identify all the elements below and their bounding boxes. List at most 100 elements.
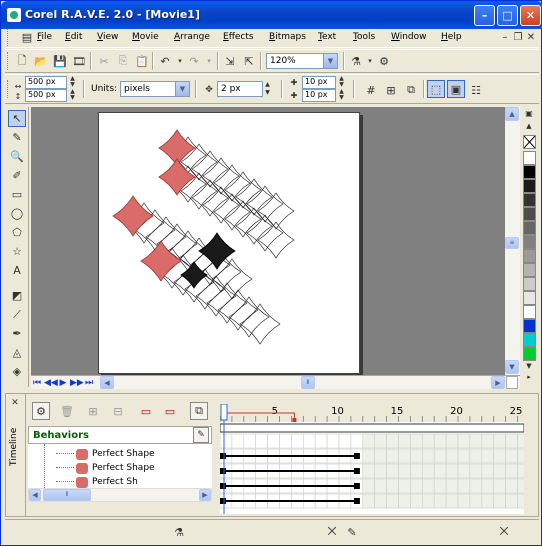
- menu-arrange[interactable]: Arrange: [174, 32, 210, 42]
- palette-options-icon[interactable]: ▣: [522, 107, 536, 119]
- open-icon[interactable]: 📂: [32, 52, 50, 70]
- mdi-close-icon[interactable]: ✕: [525, 32, 537, 44]
- cut-icon[interactable]: ✂: [95, 52, 113, 70]
- artwork[interactable]: [99, 113, 361, 375]
- frame-grid[interactable]: 5 10 15 20 25: [220, 404, 524, 514]
- menu-bitmaps[interactable]: Bitmaps: [269, 32, 306, 42]
- menu-tools[interactable]: Tools: [353, 32, 375, 42]
- add-behavior-icon[interactable]: ✎: [193, 427, 209, 443]
- nudge-spinner[interactable]: ▲ ▼: [263, 81, 272, 97]
- width-field[interactable]: 500 px: [25, 76, 67, 89]
- remove-keyframe-icon[interactable]: ▭: [161, 402, 179, 420]
- new-layer-icon[interactable]: ⧉: [190, 402, 208, 420]
- snap-objects-icon[interactable]: ⧉: [402, 81, 420, 99]
- rectangle-tool-icon[interactable]: ▭: [8, 186, 26, 203]
- color-swatch[interactable]: [523, 179, 536, 193]
- propertybar-grip[interactable]: [7, 80, 10, 98]
- duplicate-x-field[interactable]: 10 px: [302, 76, 336, 89]
- fill-tool-icon[interactable]: ◬: [8, 344, 26, 361]
- eyedropper-tool-icon[interactable]: ⟋: [8, 306, 26, 323]
- title-bar[interactable]: Corel R.A.V.E. 2.0 - [Movie1] – □ ✕: [1, 1, 542, 29]
- canvas-area[interactable]: [31, 107, 520, 375]
- color-swatch[interactable]: [523, 207, 536, 221]
- height-spinner[interactable]: ▲ ▼: [68, 89, 77, 102]
- color-swatch[interactable]: [523, 319, 536, 333]
- guidelines-icon[interactable]: ⊞: [382, 81, 400, 99]
- minimize-button[interactable]: –: [474, 5, 495, 26]
- horizontal-scroll-thumb[interactable]: ⦀: [301, 376, 315, 389]
- freehand-tool-icon[interactable]: ✐: [8, 167, 26, 184]
- basic-shapes-tool-icon[interactable]: ☆: [8, 243, 26, 260]
- scroll-right-icon[interactable]: ▶: [491, 376, 505, 389]
- height-field[interactable]: 500 px: [25, 89, 67, 102]
- duplicate-y-spinner[interactable]: ▲ ▼: [337, 89, 346, 102]
- scroll-up-icon[interactable]: ▲: [505, 107, 519, 121]
- tree-scroll-thumb[interactable]: ⦀: [43, 489, 91, 501]
- menu-view[interactable]: View: [97, 32, 118, 42]
- shape-tool-icon[interactable]: ✎: [8, 129, 26, 146]
- no-color-swatch[interactable]: [523, 135, 536, 149]
- palette-scroll-up-icon[interactable]: ▲: [522, 121, 536, 131]
- tree-item[interactable]: Perfect Shape: [28, 462, 212, 476]
- insert-frame-icon[interactable]: ⊞: [84, 402, 102, 420]
- mdi-minimize-icon[interactable]: –: [499, 32, 511, 44]
- options-icon[interactable]: ⚙: [375, 52, 393, 70]
- tree-scroll-right-icon[interactable]: ▶: [199, 489, 211, 501]
- play-icon[interactable]: ▶: [57, 377, 69, 389]
- menu-help[interactable]: Help: [441, 32, 462, 42]
- frame-grid-graphic[interactable]: 5 10 15 20 25: [220, 404, 524, 514]
- first-frame-icon[interactable]: ⏮: [31, 377, 43, 389]
- menu-file[interactable]: File: [37, 32, 52, 42]
- options-list-icon[interactable]: ☷: [467, 81, 485, 99]
- scroll-down-icon[interactable]: ▼: [505, 360, 519, 374]
- color-swatch[interactable]: [523, 263, 536, 277]
- last-frame-icon[interactable]: ⏭: [83, 377, 95, 389]
- timeline-close-icon[interactable]: ✕: [8, 397, 22, 409]
- units-select[interactable]: pixels ▼: [120, 81, 190, 97]
- document-icon[interactable]: ▤: [19, 29, 35, 45]
- save-icon[interactable]: 💾: [51, 52, 69, 70]
- maximize-button[interactable]: □: [497, 5, 518, 26]
- interactive-tool-icon[interactable]: ◩: [8, 287, 26, 304]
- stage[interactable]: [98, 112, 360, 374]
- redo-dropdown-icon[interactable]: ▾: [200, 52, 218, 70]
- color-swatch[interactable]: [523, 221, 536, 235]
- menu-edit[interactable]: Edit: [65, 32, 82, 42]
- grid-icon[interactable]: #: [362, 81, 380, 99]
- text-tool-icon[interactable]: A: [8, 262, 26, 279]
- interactive-fill-tool-icon[interactable]: ◈: [8, 363, 26, 380]
- close-button[interactable]: ✕: [520, 5, 541, 26]
- color-swatch[interactable]: [523, 333, 536, 347]
- color-swatch[interactable]: [523, 193, 536, 207]
- tree-scroll-left-icon[interactable]: ◀: [29, 489, 41, 501]
- export-icon[interactable]: ⇱: [240, 52, 258, 70]
- color-swatch[interactable]: [523, 151, 536, 165]
- tree-item[interactable]: Perfect Shape: [28, 448, 212, 462]
- zoom-combo[interactable]: 120% ▼: [266, 53, 338, 69]
- menubar-grip[interactable]: [7, 29, 10, 46]
- duplicate-y-field[interactable]: 10 px: [302, 89, 336, 102]
- color-swatch[interactable]: [523, 277, 536, 291]
- menu-text[interactable]: Text: [318, 32, 336, 42]
- zoom-tool-icon[interactable]: 🔍: [8, 148, 26, 165]
- color-swatch[interactable]: [523, 305, 536, 319]
- delete-frame-icon[interactable]: ⊟: [109, 402, 127, 420]
- vertical-scrollbar[interactable]: ▲ ≡ ▼: [505, 107, 520, 375]
- add-keyframe-icon[interactable]: ▭: [137, 402, 155, 420]
- color-swatch[interactable]: [523, 291, 536, 305]
- toolbar-grip[interactable]: [7, 52, 10, 70]
- palette-expand-icon[interactable]: ▸: [522, 372, 536, 382]
- ellipse-tool-icon[interactable]: ◯: [8, 205, 26, 222]
- menu-effects[interactable]: Effects: [223, 32, 254, 42]
- delete-icon[interactable]: 🗑: [58, 402, 76, 420]
- import-icon[interactable]: ⇲: [221, 52, 239, 70]
- copy-icon[interactable]: ⎘: [114, 52, 132, 70]
- chevron-down-icon[interactable]: ▼: [323, 54, 337, 68]
- menu-movie[interactable]: Movie: [132, 32, 159, 42]
- paste-icon[interactable]: 📋: [133, 52, 151, 70]
- color-swatch[interactable]: [523, 165, 536, 179]
- menu-window[interactable]: Window: [391, 32, 427, 42]
- nudge-field[interactable]: 2 px: [217, 81, 263, 97]
- outline-tool-icon[interactable]: ✒: [8, 325, 26, 342]
- vertical-scroll-thumb[interactable]: ≡: [505, 237, 519, 249]
